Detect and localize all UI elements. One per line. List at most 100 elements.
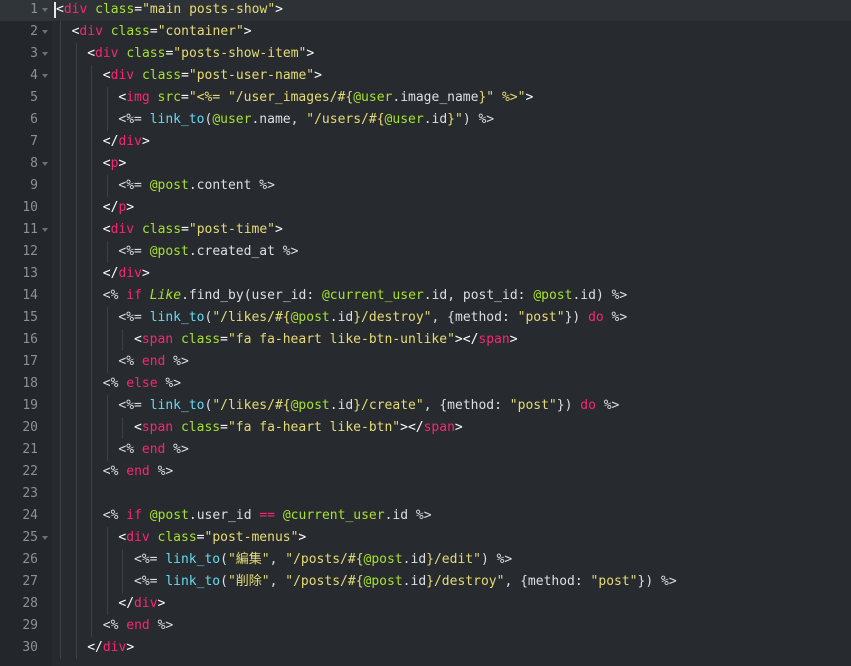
code-line[interactable]: <% end %> <box>52 439 851 461</box>
gutter-line[interactable]: 10 <box>0 197 52 219</box>
code-line[interactable]: <div class="posts-show-item"> <box>52 43 851 65</box>
code-line[interactable]: <%= @post.content %> <box>52 175 851 197</box>
gutter-line[interactable]: 4 <box>0 65 52 87</box>
gutter-line[interactable]: 6 <box>0 109 52 131</box>
code-token: : <box>306 288 322 303</box>
gutter-line[interactable]: 2 <box>0 21 52 43</box>
gutter-line[interactable]: 13 <box>0 263 52 285</box>
gutter-line[interactable]: 8 <box>0 153 52 175</box>
gutter-line[interactable]: 15 <box>0 307 52 329</box>
gutter-line[interactable]: 18 <box>0 373 52 395</box>
code-line[interactable]: <div class="container"> <box>52 21 851 43</box>
code-line[interactable]: </div> <box>52 637 851 659</box>
code-line[interactable]: <img src="<%= "/user_images/#{@user.imag… <box>52 87 851 109</box>
code-line[interactable]: <%= link_to("/likes/#{@post.id}/create",… <box>52 395 851 417</box>
code-line[interactable]: </div> <box>52 593 851 615</box>
code-token: %> <box>149 464 174 479</box>
gutter-line[interactable]: 9 <box>0 175 52 197</box>
fold-arrow-icon[interactable] <box>42 30 48 34</box>
indent-guide <box>91 65 93 87</box>
code-token: = <box>181 222 189 237</box>
code-token: id <box>392 508 409 523</box>
gutter-line[interactable]: 29 <box>0 615 52 637</box>
code-line[interactable]: <%= link_to("削除", "/posts/#{@post.id}/de… <box>52 571 851 593</box>
code-line[interactable]: <% if Like.find_by(user_id: @current_use… <box>52 285 851 307</box>
fold-arrow-icon[interactable] <box>42 536 48 540</box>
code-line[interactable]: <% if @post.user_id == @current_user.id … <box>52 505 851 527</box>
code-token: , { <box>504 574 528 589</box>
gutter-line[interactable]: 30 <box>0 637 52 659</box>
code-line[interactable]: <% end %> <box>52 351 851 373</box>
code-token: < <box>102 156 111 171</box>
code-line[interactable]: <div class="post-time"> <box>52 219 851 241</box>
code-line[interactable]: </div> <box>52 263 851 285</box>
gutter-line[interactable]: 22 <box>0 461 52 483</box>
indent-guide <box>106 593 108 615</box>
code-line[interactable]: <%= @post.created_at %> <box>52 241 851 263</box>
code-line[interactable]: <%= link_to("/likes/#{@post.id}/destroy"… <box>52 307 851 329</box>
indent-guide <box>91 549 93 571</box>
code-line[interactable]: <% else %> <box>52 373 851 395</box>
indent-guide <box>75 65 77 87</box>
gutter-line[interactable]: 7 <box>0 131 52 153</box>
gutter-line[interactable]: 17 <box>0 351 52 373</box>
code-line[interactable]: <div class="post-menus"> <box>52 527 851 549</box>
code-line[interactable]: </p> <box>52 197 851 219</box>
gutter-line[interactable]: 19 <box>0 395 52 417</box>
gutter-line[interactable]: 24 <box>0 505 52 527</box>
code-line[interactable]: <%= link_to(@user.name, "/users/#{@user.… <box>52 109 851 131</box>
gutter-line[interactable]: 1 <box>0 0 52 21</box>
code-token: < <box>87 46 96 61</box>
gutter-line[interactable]: 12 <box>0 241 52 263</box>
code-token: "/posts/#{ <box>285 574 364 589</box>
code-line[interactable]: <%= link_to("編集", "/posts/#{@post.id}/ed… <box>52 549 851 571</box>
code-line[interactable]: <div class="main posts-show"> <box>52 0 851 21</box>
line-number: 18 <box>22 376 38 391</box>
fold-arrow-icon[interactable] <box>42 8 48 12</box>
code-token: <%= <box>134 552 166 567</box>
code-token: src <box>157 90 182 105</box>
fold-arrow-icon[interactable] <box>42 228 48 232</box>
code-line-text: <% end %> <box>118 354 188 370</box>
gutter-line[interactable]: 14 <box>0 285 52 307</box>
gutter-line[interactable]: 16 <box>0 329 52 351</box>
code-line[interactable]: <p> <box>52 153 851 175</box>
code-line[interactable]: <% end %> <box>52 461 851 483</box>
fold-arrow-icon[interactable] <box>42 52 48 56</box>
gutter-line[interactable]: 23 <box>0 483 52 505</box>
indent-guide <box>60 197 61 219</box>
gutter-line[interactable]: 5 <box>0 87 52 109</box>
indent-guide <box>75 549 77 571</box>
code-line[interactable]: <span class="fa fa-heart like-btn-unlike… <box>52 329 851 351</box>
code-token: %> <box>157 376 182 391</box>
code-token: }/destroy" <box>426 574 505 589</box>
code-token: }" <box>447 112 463 127</box>
indent-guide <box>60 417 61 439</box>
gutter-line[interactable]: 20 <box>0 417 52 439</box>
gutter-line[interactable]: 3 <box>0 43 52 65</box>
gutter-line[interactable]: 26 <box>0 549 52 571</box>
code-area[interactable]: <div class="main posts-show"> <div class=… <box>52 0 851 666</box>
indent-guide <box>75 285 77 307</box>
code-token: "/likes/#{ <box>212 310 291 325</box>
gutter-line[interactable]: 21 <box>0 439 52 461</box>
code-line[interactable]: <% end %> <box>52 615 851 637</box>
gutter-line[interactable]: 28 <box>0 593 52 615</box>
code-editor[interactable]: 1 2 3 4 5 6 7 8 9 10 11 12 13 14 15 16 17 18 19 20 21 22 23 24 2… <box>0 0 851 666</box>
code-line[interactable]: <span class="fa fa-heart like-btn"></spa… <box>52 417 851 439</box>
code-token: div <box>126 530 150 545</box>
code-line[interactable] <box>52 483 851 505</box>
code-token: div <box>102 640 127 655</box>
indent-guide <box>60 527 61 549</box>
gutter-line[interactable]: 25 <box>0 527 52 549</box>
code-line[interactable]: </div> <box>52 131 851 153</box>
code-line[interactable]: <div class="post-user-name"> <box>52 65 851 87</box>
code-token: <%= <box>118 310 150 325</box>
indent-guide <box>75 307 77 329</box>
gutter-line[interactable]: 11 <box>0 219 52 241</box>
fold-arrow-icon[interactable] <box>42 74 48 78</box>
gutter-line[interactable]: 27 <box>0 571 52 593</box>
line-number-gutter[interactable]: 1 2 3 4 5 6 7 8 9 10 11 12 13 14 15 16 17 18 19 20 21 22 23 24 2… <box>0 0 52 666</box>
fold-arrow-icon[interactable] <box>42 162 48 166</box>
